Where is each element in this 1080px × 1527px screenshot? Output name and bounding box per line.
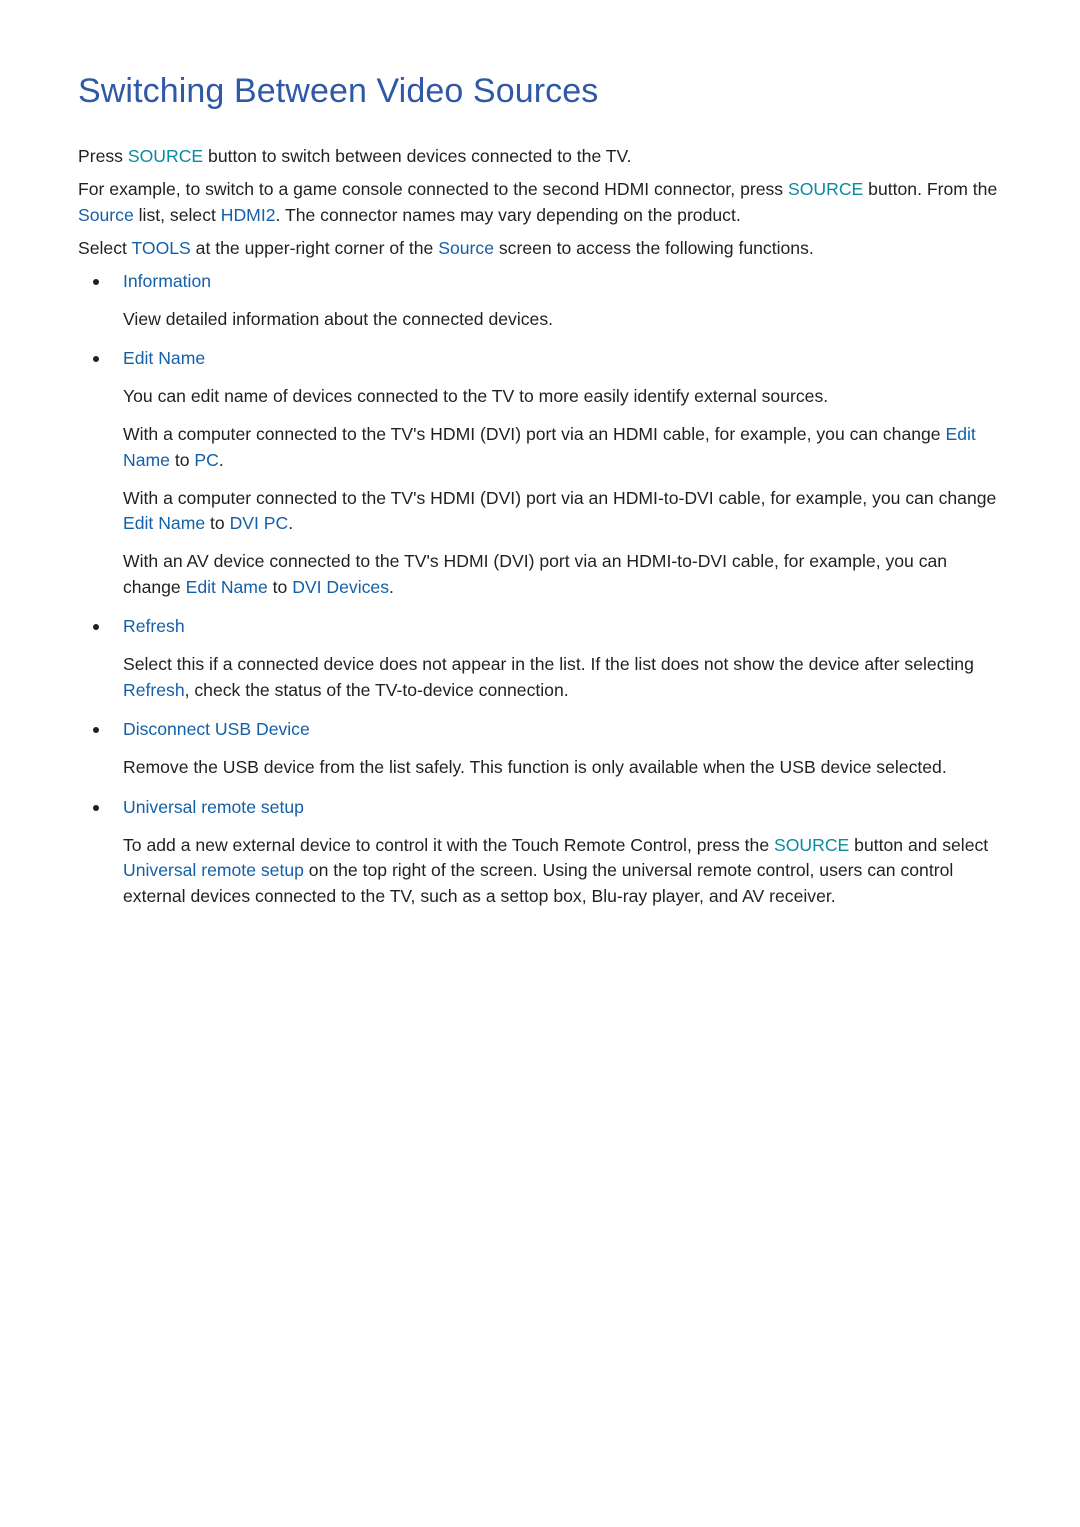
- text-run: to: [267, 576, 293, 597]
- bullet-icon: [93, 727, 99, 733]
- feature-paragraph: Select this if a connected device does n…: [123, 652, 1008, 703]
- text-run: to: [205, 513, 230, 533]
- feature-paragraph: With an AV device connected to the TV's …: [123, 549, 1008, 600]
- text-run: With a computer connected to the TV's HD…: [123, 487, 997, 508]
- button-name-highlight: SOURCE: [127, 146, 204, 166]
- intro-paragraph: Press SOURCE button to switch between de…: [78, 144, 1008, 170]
- menu-term-highlight: Edit Name: [185, 576, 268, 597]
- feature-description: Remove the USB device from the list safe…: [123, 755, 1008, 781]
- feature-paragraph: You can edit name of devices connected t…: [123, 384, 1008, 410]
- text-run: button to switch between devices connect…: [203, 146, 632, 166]
- text-run: Select this if a connected device does n…: [123, 654, 974, 674]
- feature-paragraph: With a computer connected to the TV's HD…: [123, 486, 1008, 537]
- feature-title: Edit Name: [123, 348, 206, 368]
- feature-item-disconnect-usb-device: Disconnect USB Device Remove the USB devi…: [78, 717, 1008, 781]
- feature-item-edit-name: Edit Name You can edit name of devices co…: [78, 346, 1008, 600]
- button-name-highlight: SOURCE: [787, 179, 864, 199]
- text-run: .: [389, 576, 394, 597]
- text-run: at the upper-right corner of the: [190, 237, 439, 258]
- feature-description: Select this if a connected device does n…: [123, 652, 1008, 703]
- menu-term-highlight: PC: [194, 449, 219, 470]
- feature-item-refresh: Refresh Select this if a connected device…: [78, 614, 1008, 703]
- bullet-icon: [93, 804, 99, 811]
- text-run: To add a new external device to control …: [123, 834, 774, 855]
- feature-item-information: Information View detailed information abo…: [78, 269, 1008, 333]
- feature-title: Refresh: [123, 616, 185, 636]
- feature-paragraph: View detailed information about the conn…: [123, 307, 1008, 333]
- text-run: . The connector names may vary depending…: [275, 204, 741, 225]
- intro-paragraph: For example, to switch to a game console…: [78, 177, 1008, 228]
- text-run: Remove the USB device from the list safe…: [123, 757, 947, 777]
- menu-term-highlight: Universal remote setup: [123, 860, 304, 880]
- button-name-highlight: SOURCE: [774, 834, 850, 855]
- feature-paragraph: Remove the USB device from the list safe…: [123, 755, 1008, 781]
- feature-paragraph: With a computer connected to the TV's HD…: [123, 422, 1008, 473]
- page-title: Switching Between Video Sources: [78, 72, 599, 110]
- feature-paragraph: To add a new external device to control …: [123, 833, 1008, 910]
- text-run: list, select: [133, 204, 221, 225]
- feature-title: Information: [123, 270, 212, 291]
- feature-list: Information View detailed information abo…: [78, 269, 1008, 910]
- bullet-icon: [93, 624, 99, 630]
- text-run: With a computer connected to the TV's HD…: [123, 424, 946, 444]
- intro-section: Press SOURCE button to switch between de…: [78, 144, 1008, 261]
- page-body: Press SOURCE button to switch between de…: [78, 144, 1008, 923]
- menu-term-highlight: Source: [78, 204, 134, 225]
- feature-description: View detailed information about the conn…: [123, 307, 1008, 333]
- text-run: .: [218, 449, 224, 470]
- menu-term-highlight: DVI PC: [229, 513, 289, 533]
- text-run: For example, to switch to a game console…: [78, 179, 788, 199]
- menu-term-highlight: Edit Name: [123, 513, 206, 533]
- text-run: to: [169, 449, 195, 470]
- feature-description: To add a new external device to control …: [123, 833, 1008, 910]
- text-run: screen to access the following functions…: [493, 237, 814, 258]
- text-run: View detailed information about the conn…: [123, 308, 554, 329]
- text-run: button and select: [849, 834, 989, 855]
- menu-term-highlight: HDMI2: [220, 204, 276, 225]
- feature-description: You can edit name of devices connected t…: [123, 384, 1008, 600]
- feature-item-universal-remote-setup: Universal remote setup To add a new exter…: [78, 795, 1008, 910]
- menu-term-highlight: Refresh: [123, 679, 185, 700]
- text-run: Press: [78, 146, 128, 166]
- intro-paragraph: Select TOOLS at the upper-right corner o…: [78, 236, 1008, 262]
- text-run: Select: [78, 237, 132, 258]
- text-run: .: [288, 513, 294, 533]
- feature-title: Universal remote setup: [123, 796, 304, 817]
- text-run: , check the status of the TV-to-device c…: [184, 679, 569, 700]
- text-run: button. From the: [863, 179, 998, 199]
- bullet-icon: [93, 278, 99, 285]
- menu-term-highlight: TOOLS: [131, 237, 191, 258]
- menu-term-highlight: DVI Devices: [292, 576, 389, 597]
- feature-title: Disconnect USB Device: [123, 719, 310, 739]
- text-run: You can edit name of devices connected t…: [123, 386, 829, 406]
- bullet-icon: [93, 356, 99, 362]
- menu-term-highlight: Source: [438, 237, 494, 258]
